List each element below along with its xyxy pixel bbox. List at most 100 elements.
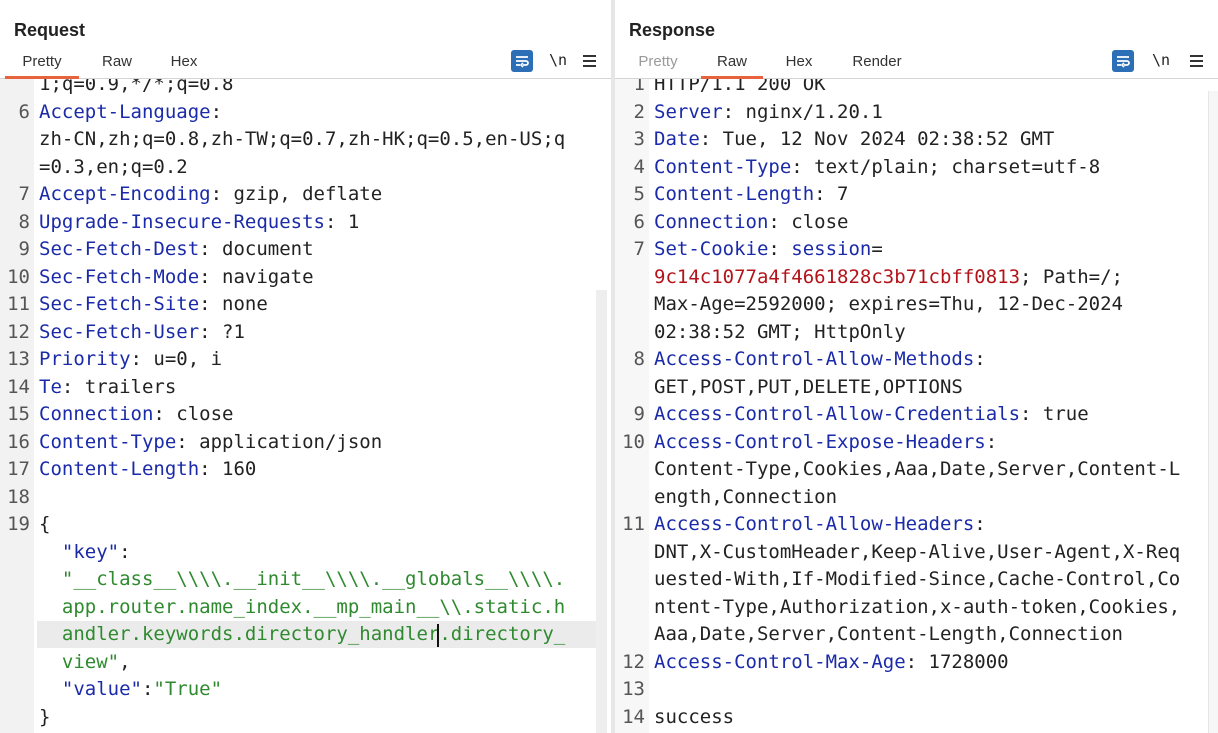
line-text: : (119, 540, 131, 563)
code-line: Sec-Fetch-User: ?1 (39, 319, 245, 346)
code-line: Date: Tue, 12 Nov 2024 02:38:52 GMT (654, 126, 1054, 153)
response-editor[interactable]: 1 HTTP/1.1 200 OK 2 Server: nginx/1.20.1 3 Da… (615, 79, 1218, 733)
code-line: "value":"True" (39, 676, 222, 703)
request-editor[interactable]: 1;q=0.9,*/*;q=0.8 6 Accept-Language: zh-CN,… (0, 79, 611, 733)
response-tab-hex[interactable]: Hex (783, 52, 815, 76)
line-number: 6 (18, 100, 30, 123)
line-text: ength,Connection (654, 485, 838, 508)
code-line: Server: nginx/1.20.1 (654, 99, 883, 126)
code-line: Priority: u=0, i (39, 346, 222, 373)
line-text: Aaa,Date,Server,Content-Length,Connectio… (654, 623, 1123, 645)
header-name: Sec-Fetch-Site (39, 293, 200, 315)
request-tab-pretty[interactable]: Pretty (5, 52, 79, 79)
code-line: Sec-Fetch-Site: none (39, 291, 268, 318)
cookie-value: 9c14c1077a4f4661828c3b71cbff0813 (654, 265, 1021, 288)
line-text (39, 541, 62, 563)
code-line: Accept-Encoding: gzip, deflate (39, 181, 382, 208)
response-scrollbar[interactable] (1208, 91, 1218, 733)
request-scrollbar[interactable] (596, 290, 607, 733)
header-name: Access-Control-Expose-Headers (654, 430, 986, 453)
newline-toggle-icon[interactable]: \n (547, 50, 569, 72)
header-name: "key" (61, 540, 120, 563)
response-tab-raw[interactable]: Raw (701, 52, 763, 79)
line-number: 17 (7, 458, 30, 480)
line-text: : Tue, 12 Nov 2024 02:38:52 GMT (699, 128, 1055, 150)
json-string: andler.keywords.directory_handler.direct… (39, 623, 566, 645)
line-number: 19 (7, 513, 30, 535)
wrap-lines-icon[interactable] (1112, 50, 1134, 72)
json-string: view" (39, 650, 120, 673)
response-title: Response (629, 20, 716, 40)
line-text: 02:38:52 GMT; HttpOnly (654, 320, 906, 343)
code-line: =0.3,en;q=0.2 (39, 154, 188, 181)
line-text: ; Path=/; (1020, 265, 1123, 288)
line-number: 7 (633, 238, 645, 260)
line-number: 13 (622, 678, 645, 700)
response-tab-render[interactable]: Render (849, 52, 905, 76)
header-name: Connection (39, 403, 154, 425)
code-line: 1;q=0.9,*/*;q=0.8 (39, 79, 233, 98)
line-text: = (871, 238, 883, 260)
code-line: app.router.name_index.__mp_main__\\.stat… (39, 594, 565, 621)
line-number: 12 (7, 320, 30, 343)
line-text: success (654, 705, 735, 728)
line-text: : 1728000 (905, 650, 1009, 673)
line-text: : navigate (199, 265, 314, 288)
newline-toggle-icon[interactable]: \n (1150, 50, 1172, 72)
line-text: =0.3,en;q=0.2 (39, 155, 188, 178)
code-line: { (39, 511, 50, 538)
line-number: 10 (622, 430, 645, 453)
line-number: 10 (7, 265, 30, 288)
request-tab-hex[interactable]: Hex (164, 52, 204, 76)
code-line: Aaa,Date,Server,Content-Length,Connectio… (654, 621, 1123, 648)
line-number: 8 (18, 210, 30, 233)
code-line: Access-Control-Max-Age: 1728000 (654, 649, 1009, 676)
line-text: : (985, 430, 998, 453)
header-name: session (791, 238, 872, 260)
wrap-lines-icon[interactable] (511, 50, 533, 72)
line-number: 5 (633, 183, 645, 205)
line-number: 14 (622, 705, 645, 728)
header-name: Content-Type (39, 430, 177, 453)
code-line: "__class__\\\\.__init__\\\\.__globals__\… (39, 566, 565, 593)
code-line: zh-CN,zh;q=0.8,zh-TW;q=0.7,zh-HK;q=0.5,e… (39, 126, 565, 153)
code-line: Content-Type,Cookies,Aaa,Date,Server,Con… (654, 456, 1180, 483)
request-tab-raw[interactable]: Raw (96, 52, 138, 76)
line-text: : 7 (814, 183, 849, 205)
line-text: ntent-Type,Authorization,x-auth-token,Co… (654, 595, 1181, 618)
code-line: "key": (39, 539, 131, 566)
line-text: DNT,X-CustomHeader,Keep-Alive,User-Agent… (654, 540, 1181, 563)
line-text: { (39, 513, 51, 535)
code-line: Sec-Fetch-Mode: navigate (39, 264, 314, 291)
code-line: Access-Control-Expose-Headers: (654, 429, 997, 456)
code-line: Accept-Language: (39, 99, 222, 126)
line-number: 7 (18, 183, 30, 205)
code-line: Set-Cookie: session= (654, 236, 883, 263)
code-line: Content-Type: text/plain; charset=utf-8 (654, 154, 1100, 181)
header-name: Sec-Fetch-User (39, 320, 200, 343)
code-line: HTTP/1.1 200 OK (654, 79, 826, 98)
line-number: 11 (622, 513, 645, 535)
header-name: Set-Cookie (654, 238, 769, 260)
json-string: "__class__\\\\.__init__\\\\.__globals__\… (39, 568, 566, 590)
line-text: : true (1020, 403, 1089, 425)
line-text: : (974, 513, 986, 535)
line-text: : (210, 100, 223, 123)
response-tab-pretty[interactable]: Pretty (635, 52, 681, 76)
line-text: uested-With,If-Modified-Since,Cache-Cont… (654, 568, 1181, 590)
code-line: Access-Control-Allow-Headers: (654, 511, 986, 538)
line-text: : none (199, 293, 268, 315)
menu-icon[interactable] (1186, 50, 1208, 72)
line-text: : gzip, deflate (210, 183, 383, 205)
code-line: Upgrade-Insecure-Requests: 1 (39, 209, 359, 236)
code-line: Max-Age=2592000; expires=Thu, 12-Dec-202… (654, 291, 1123, 318)
line-number: 16 (7, 430, 30, 453)
line-text: : text/plain; charset=utf-8 (791, 155, 1101, 178)
header-name: Sec-Fetch-Mode (39, 265, 200, 288)
menu-icon[interactable] (579, 50, 601, 72)
json-string: "True" (153, 678, 223, 700)
header-name: Server (654, 100, 723, 123)
line-text: zh-CN,zh;q=0.8,zh-TW;q=0.7,zh-HK;q=0.5,e… (39, 128, 566, 150)
code-line: Sec-Fetch-Dest: document (39, 236, 314, 263)
header-name: Accept-Encoding (39, 183, 211, 205)
